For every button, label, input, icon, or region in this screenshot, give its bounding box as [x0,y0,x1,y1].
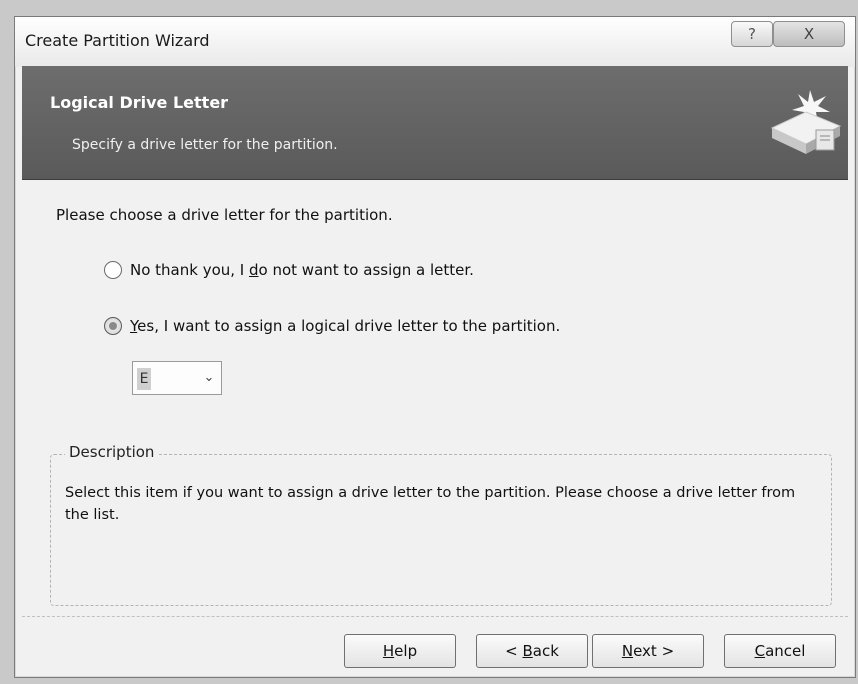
chevron-down-icon[interactable]: ⌄ [197,362,221,394]
header-subtitle: Specify a drive letter for the partition… [72,137,338,153]
option-no-letter[interactable]: No thank you, I do not want to assign a … [104,261,474,279]
option-assign-letter-label[interactable]: Yes, I want to assign a logical drive le… [130,317,560,335]
close-icon: X [803,25,815,43]
prompt-text: Please choose a drive letter for the par… [56,206,393,224]
drive-wizard-icon [770,90,842,154]
wizard-content: Please choose a drive letter for the par… [22,180,848,616]
help-button[interactable]: Help [344,634,456,668]
next-button[interactable]: Next > [592,634,704,668]
radio-no-letter[interactable] [104,261,122,279]
drive-letter-dropdown[interactable]: E ⌄ [132,361,222,395]
title-help-button[interactable]: ? [731,21,773,47]
drive-letter-value: E [137,368,151,390]
description-text: Select this item if you want to assign a… [65,485,796,523]
window-title: Create Partition Wizard [25,31,210,50]
title-bar: Create Partition Wizard ? X [15,17,855,67]
cancel-button[interactable]: Cancel [724,634,836,668]
option-no-letter-label[interactable]: No thank you, I do not want to assign a … [130,261,474,279]
wizard-header: Logical Drive Letter Specify a drive let… [22,66,848,180]
back-button[interactable]: < Back [476,634,588,668]
button-separator [22,616,848,617]
description-group: Description Select this item if you want… [50,443,832,606]
question-mark-icon: ? [748,25,756,43]
header-title: Logical Drive Letter [50,93,229,112]
description-legend: Description [65,443,159,461]
radio-assign-letter[interactable] [104,317,122,335]
title-close-button[interactable]: X [773,21,845,47]
option-assign-letter[interactable]: Yes, I want to assign a logical drive le… [104,317,560,335]
